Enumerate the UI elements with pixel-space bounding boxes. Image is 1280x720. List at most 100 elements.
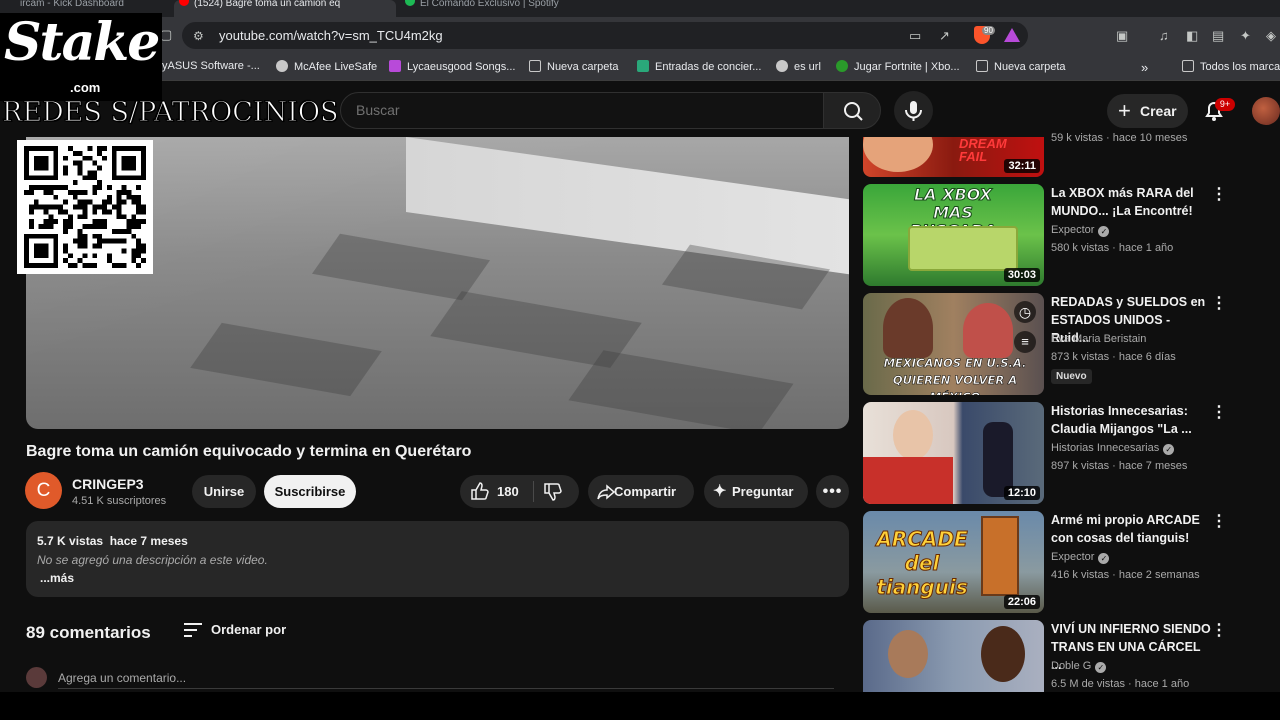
rec-meta: 416 k vistas · hace 2 semanas [1051,569,1200,581]
bookmark-item[interactable]: Jugar Fortnite | Xbo... [836,60,960,73]
wallet-icon[interactable]: ▤ [1212,28,1224,44]
stake-domain: .com [70,80,101,95]
search-button[interactable] [823,92,881,129]
rec-video-item[interactable]: MEXICANOS EN U.S.A. QUIEREN VOLVER A MÉX… [863,293,1227,395]
more-vertical-icon[interactable]: ⋮ [1211,623,1227,639]
bookmark-label: Nueva carpeta [547,61,619,73]
folder-icon [976,60,988,72]
bookmark-item[interactable]: Entradas de concier... [637,60,761,73]
rec-channel-name: Historias Innecesarias [1051,442,1160,454]
install-app-icon[interactable]: ▭ [909,28,921,44]
sort-button[interactable]: Ordenar por [211,622,286,637]
rec-channel[interactable]: Expector ✓ [1051,551,1110,564]
rec-thumbnail[interactable]: 12:10 [863,402,1044,504]
create-button[interactable]: + Crear [1107,94,1188,128]
reader-mode-icon[interactable]: ▣ [1116,28,1128,44]
join-button[interactable]: Unirse [192,475,256,508]
site-info-icon[interactable]: ⚙ [193,28,204,44]
vpn-icon[interactable]: ◈ [1266,28,1276,44]
subscriber-count: 4.51 K suscriptores [72,495,167,507]
add-to-queue-icon[interactable]: ≡ [1014,331,1036,353]
rec-channel[interactable]: Eva Maria Beristain [1051,333,1146,345]
video-duration: 32:11 [1004,159,1040,173]
thumb-face [893,410,933,460]
more-vertical-icon[interactable]: ⋮ [1211,187,1227,203]
channel-name[interactable]: CRINGEP3 [72,476,144,492]
show-more-link[interactable]: ...más [40,571,74,585]
rec-thumbnail-partial[interactable]: DREAM FAIL 32:11 [863,137,1044,177]
watch-later-clock-icon[interactable]: ◷ [1014,301,1036,323]
rec-title[interactable]: Armé mi propio ARCADE con cosas del tian… [1051,511,1211,547]
bookmark-folder[interactable]: Nueva carpeta [976,60,1066,73]
video-frame-tile [190,322,382,397]
browser-tab-active[interactable]: (1524) Bagre toma un camión eq [174,0,396,17]
dislike-button[interactable] [540,479,570,504]
share-label: Compartir [614,484,677,499]
thumb-dress [863,457,953,504]
rec-meta: 6.5 M de vistas · hace 1 año [1051,678,1190,690]
overlay-caption: REDES S/PATROCINIOS [2,97,339,129]
more-vertical-icon[interactable]: ⋮ [1211,514,1227,530]
rec-title[interactable]: La XBOX más RARA del MUNDO... ¡La Encont… [1051,184,1211,220]
rec-thumbnail[interactable]: LA XBOX MAS BUSCADA 30:03 [863,184,1044,286]
like-divider [533,481,534,502]
bookmark-item[interactable]: yASUS Software -... [162,60,260,72]
thumb-person [883,298,933,358]
more-vertical-icon[interactable]: ⋮ [1211,405,1227,421]
ask-button[interactable]: ✦ Preguntar [704,475,808,508]
voice-search-button[interactable] [894,91,933,130]
bookmark-label: Todos los marca [1200,61,1280,73]
globe-icon [276,60,288,72]
rec-thumbnail[interactable] [863,620,1044,692]
bookmark-item[interactable]: McAfee LiveSafe [276,60,377,73]
video-duration: 22:06 [1003,595,1040,609]
rec-video-item[interactable]: VIVÍ UN INFIERNO SIENDO TRANS EN UNA CÁR… [863,620,1227,692]
rec-video-item[interactable]: LA XBOX MAS BUSCADA 30:03 La XBOX más RA… [863,184,1227,286]
video-frame-tile [311,233,491,301]
bookmark-label: Nueva carpeta [994,61,1066,73]
browser-tab[interactable]: El Comando Exclusivo | Spotify [400,0,630,17]
xbox-icon [836,60,848,72]
rec-thumbnail[interactable]: MEXICANOS EN U.S.A. QUIEREN VOLVER A MÉX… [863,293,1044,395]
notification-count-badge: 9+ [1215,98,1235,111]
more-vertical-icon[interactable]: ⋮ [1211,296,1227,312]
rec-video-item[interactable]: ARCADE del tianguis 22:06 Armé mi propio… [863,511,1227,613]
sidebar-icon[interactable]: ◧ [1186,28,1198,44]
url-text[interactable]: youtube.com/watch?v=sm_TCU4m2kg [219,28,443,43]
rec-channel[interactable]: Historias Innecesarias ✓ [1051,442,1175,455]
new-badge: Nuevo [1051,369,1092,384]
comment-input[interactable] [58,668,834,689]
sort-icon[interactable] [184,621,204,639]
rec-title[interactable]: Historias Innecesarias: Claudia Mijangos… [1051,402,1211,438]
rec-channel[interactable]: Doble G ✓ [1051,660,1107,673]
bookmarks-overflow-chevron-icon[interactable]: » [1141,60,1148,75]
rec-channel-name: Expector [1051,551,1095,563]
thumb-face [981,626,1025,682]
subscribe-button[interactable]: Suscribirse [264,475,356,508]
comments-count: 89 comentarios [26,623,151,642]
rec-meta: 59 k vistas · hace 10 meses [1051,132,1188,144]
tab-label: ircam - Kick Dashboard [20,0,124,9]
media-icon[interactable]: ♫ [1159,28,1169,44]
sparkle-icon: ✦ [713,483,727,500]
search-input[interactable] [356,101,796,119]
bookmark-folder[interactable]: Nueva carpeta [529,60,619,73]
leo-ai-icon[interactable]: ✦ [1240,28,1251,44]
rec-channel[interactable]: Expector ✓ [1051,224,1110,237]
share-button[interactable]: Compartir [588,475,694,508]
rec-video-item[interactable]: 12:10 Historias Innecesarias: Claudia Mi… [863,402,1227,504]
stake-logo: Stake .com [0,13,162,101]
video-duration: 12:10 [1003,486,1040,500]
bookmark-item[interactable]: Lycaeusgood Songs... [389,60,515,73]
share-icon[interactable]: ↗ [939,28,950,44]
channel-avatar[interactable]: C [25,472,62,509]
like-button[interactable]: 180 [468,479,528,504]
bookmark-label: Jugar Fortnite | Xbo... [854,61,960,73]
brave-rewards-icon[interactable] [1004,28,1020,42]
rec-thumbnail[interactable]: ARCADE del tianguis 22:06 [863,511,1044,613]
account-avatar[interactable] [1252,97,1280,125]
bookmark-label: yASUS Software -... [162,60,260,72]
all-bookmarks-folder[interactable]: Todos los marca [1182,60,1280,73]
more-actions-button[interactable]: ••• [816,475,849,508]
bookmark-item[interactable]: es url [776,60,821,73]
